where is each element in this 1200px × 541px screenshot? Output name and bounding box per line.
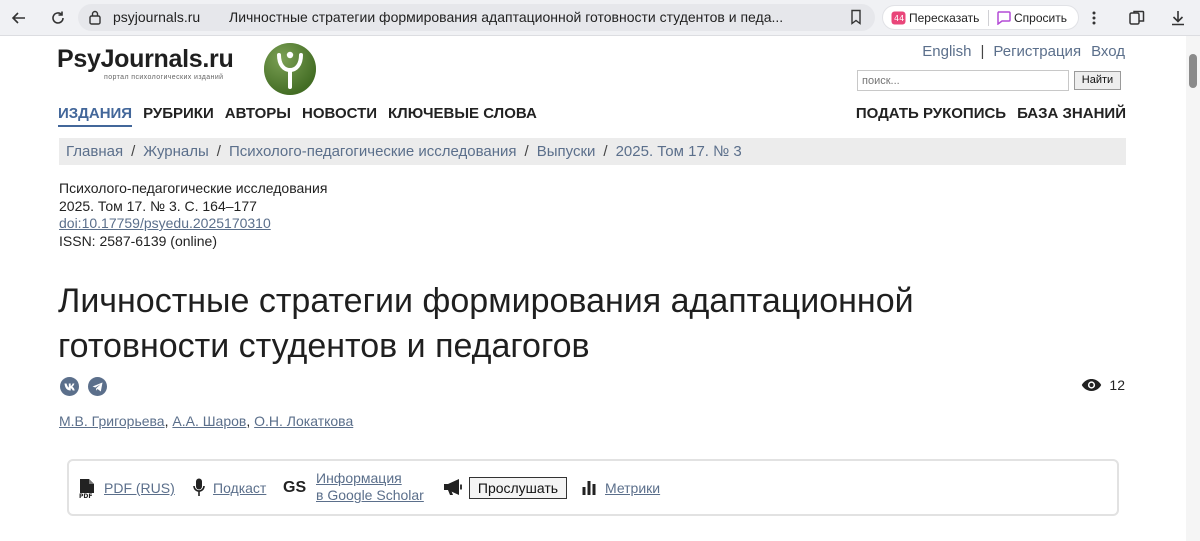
menu-item-authors[interactable]: АВТОРЫ (225, 105, 291, 122)
address-domain: psyjournals.ru (113, 9, 201, 25)
svg-text:44: 44 (894, 14, 904, 23)
author-separator: , (246, 413, 255, 429)
google-scholar-line-1: Информация (316, 470, 402, 486)
issue-info: 2025. Том 17. № 3. С. 164–177 (59, 197, 257, 214)
article-title-line-1: Личностные стратегии формирования адапта… (58, 282, 914, 320)
browser-toolbar: psyjournals.ru Личностные стратегии форм… (0, 0, 1200, 36)
scroll-thumb[interactable] (1189, 54, 1197, 88)
breadcrumb-journal[interactable]: Психолого-педагогические исследования (229, 143, 517, 160)
account-links: English | Регистрация Вход (922, 43, 1125, 60)
metrics-link[interactable]: Метрики (605, 480, 660, 496)
vk-icon (64, 383, 75, 390)
downloads-button[interactable] (1167, 7, 1189, 29)
breadcrumb-separator: / (603, 143, 608, 160)
bar-chart-icon (582, 481, 596, 495)
breadcrumb-current-issue[interactable]: 2025. Том 17. № 3 (616, 143, 742, 160)
secondary-menu: ПОДАТЬ РУКОПИСЬ БАЗА ЗНАНИЙ (845, 105, 1126, 122)
download-icon (1172, 11, 1184, 26)
breadcrumb-separator: / (131, 143, 136, 160)
breadcrumb: Главная / Журналы / Психолого-педагогические… (59, 138, 1126, 165)
google-scholar-icon: GS (283, 479, 307, 496)
telegram-share-button[interactable] (88, 377, 107, 396)
ai-actions-pill: 44 Пересказать Спросить (882, 5, 1079, 30)
search-input[interactable] (857, 70, 1069, 91)
google-scholar-link[interactable]: Информация в Google Scholar (316, 470, 424, 504)
article-tools-panel: PDF PDF (RUS) Подкаст GS Информация в Go… (67, 459, 1119, 516)
article-title-line-2: готовности студентов и педагогов (58, 327, 590, 365)
podcast-link[interactable]: Подкаст (213, 480, 266, 496)
search-button[interactable]: Найти (1074, 71, 1121, 90)
chat-icon (997, 11, 1011, 25)
link-divider: | (980, 43, 985, 60)
menu-button[interactable] (1083, 7, 1105, 29)
bookmark-icon[interactable] (849, 9, 863, 25)
english-link[interactable]: English (922, 43, 971, 60)
site-info-icon[interactable] (88, 10, 102, 25)
pdf-download-link[interactable]: PDF (RUS) (104, 480, 175, 496)
issn: ISSN: 2587-6139 (online) (59, 232, 217, 249)
menu-item-news[interactable]: НОВОСТИ (302, 105, 377, 122)
vk-share-button[interactable] (60, 377, 79, 396)
megaphone-icon (444, 479, 462, 495)
svg-text:PDF: PDF (79, 493, 92, 499)
psi-logo-icon[interactable] (263, 42, 317, 96)
ask-button[interactable]: Спросить (1014, 11, 1067, 25)
menu-item-keywords[interactable]: КЛЮЧЕВЫЕ СЛОВА (388, 105, 537, 122)
collections-icon (1129, 10, 1145, 25)
author-link[interactable]: М.В. Григорьева (59, 413, 165, 429)
register-link[interactable]: Регистрация (993, 43, 1081, 60)
arrow-left-icon (11, 12, 25, 24)
site-logo-subtitle: портал психологических изданий (104, 74, 224, 81)
login-link[interactable]: Вход (1091, 43, 1125, 60)
breadcrumb-separator: / (216, 143, 221, 160)
breadcrumb-home[interactable]: Главная (66, 143, 123, 160)
more-vertical-icon (1092, 11, 1096, 25)
author-link[interactable]: О.Н. Локаткова (254, 413, 353, 429)
menu-item-rubrics[interactable]: РУБРИКИ (143, 105, 214, 122)
views-counter: 12 (1081, 377, 1125, 393)
authors-list: М.В. Григорьева, А.А. Шаров, О.Н. Локатк… (59, 413, 353, 429)
site-logo[interactable]: PsyJournals.ru (57, 45, 234, 74)
address-bar[interactable]: psyjournals.ru Личностные стратегии форм… (78, 4, 875, 31)
collections-button[interactable] (1127, 7, 1149, 29)
breadcrumb-issues[interactable]: Выпуски (537, 143, 596, 160)
menu-item-editions[interactable]: ИЗДАНИЯ (58, 105, 133, 127)
listen-button[interactable]: Прослушать (469, 477, 567, 499)
views-count: 12 (1109, 377, 1125, 393)
retell-button[interactable]: Пересказать (909, 11, 979, 25)
microphone-icon (193, 478, 205, 496)
breadcrumb-journals[interactable]: Журналы (143, 143, 209, 160)
article-meta: Психолого-педагогические исследования 20… (59, 180, 327, 250)
telegram-icon (92, 382, 103, 391)
journal-name: Психолого-педагогические исследования (59, 180, 328, 196)
pill-divider (988, 10, 989, 26)
doi-link[interactable]: doi:10.17759/psyedu.2025170310 (59, 215, 327, 233)
menu-item-submit-manuscript[interactable]: ПОДАТЬ РУКОПИСЬ (856, 105, 1006, 122)
menu-item-knowledge-base[interactable]: БАЗА ЗНАНИЙ (1017, 105, 1126, 122)
page-scrollbar[interactable] (1186, 36, 1200, 541)
article-title: Личностные стратегии формирования адапта… (58, 279, 1058, 369)
pdf-icon: PDF (79, 479, 94, 499)
google-scholar-line-2: в Google Scholar (316, 487, 424, 503)
reload-button[interactable] (47, 7, 69, 29)
main-menu: ИЗДАНИЯ РУБРИКИ АВТОРЫ НОВОСТИ КЛЮЧЕВЫЕ СЛОВ… (58, 105, 548, 127)
author-link[interactable]: А.А. Шаров (172, 413, 246, 429)
breadcrumb-separator: / (524, 143, 529, 160)
retell-icon: 44 (891, 11, 906, 25)
reload-icon (52, 11, 64, 24)
address-page-title: Личностные стратегии формирования адапта… (229, 9, 784, 25)
eye-icon (1082, 379, 1102, 391)
back-button[interactable] (8, 7, 30, 29)
